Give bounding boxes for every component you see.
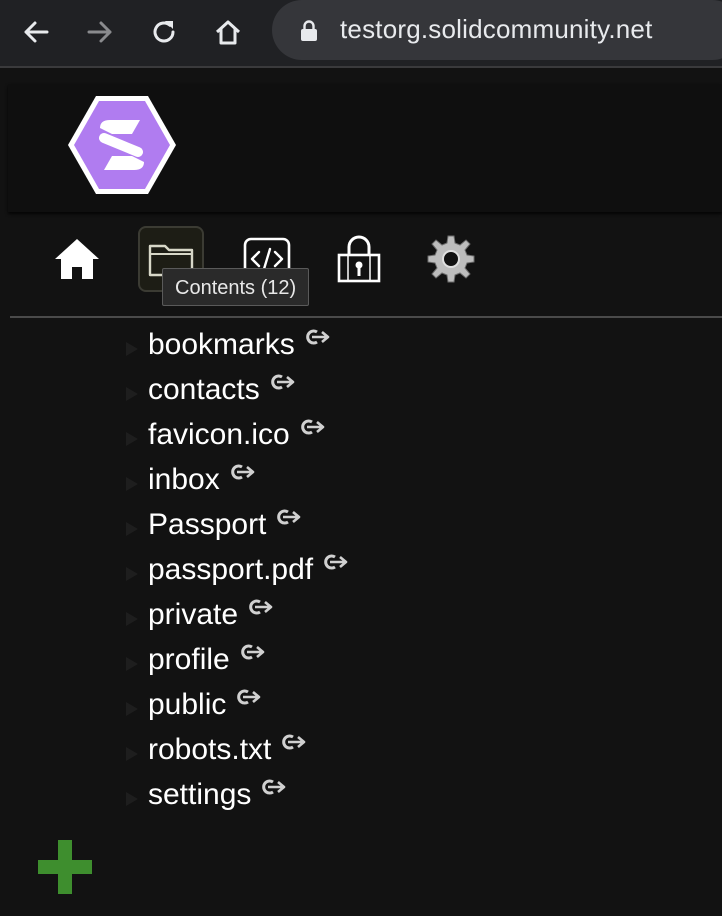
app-header — [8, 84, 722, 212]
external-link-icon[interactable] — [279, 733, 307, 751]
lock-icon — [301, 20, 317, 41]
expand-triangle-icon[interactable] — [126, 746, 138, 761]
external-link-icon[interactable] — [274, 508, 302, 526]
expand-triangle-icon[interactable] — [126, 341, 138, 356]
address-bar[interactable]: testorg.solidcommunity.net — [272, 0, 722, 60]
file-name[interactable]: private — [148, 592, 238, 637]
file-item[interactable]: inbox — [126, 457, 349, 502]
external-link-icon[interactable] — [246, 598, 274, 616]
url-text: testorg.solidcommunity.net — [340, 14, 653, 44]
reload-button[interactable] — [144, 12, 184, 52]
external-link-icon[interactable] — [228, 463, 256, 481]
expand-triangle-icon[interactable] — [126, 791, 138, 806]
file-item[interactable]: favicon.ico — [126, 412, 349, 457]
file-name[interactable]: Passport — [148, 502, 266, 547]
home-icon — [215, 20, 241, 45]
gear-icon — [427, 235, 475, 283]
external-link-icon[interactable] — [268, 373, 296, 391]
file-name[interactable]: public — [148, 682, 226, 727]
forward-arrow-icon — [87, 21, 112, 43]
browser-toolbar: testorg.solidcommunity.net — [0, 0, 722, 68]
external-link-icon[interactable] — [321, 553, 349, 571]
home-icon — [55, 239, 99, 279]
external-link-icon[interactable] — [238, 643, 266, 661]
external-link-icon[interactable] — [234, 688, 262, 706]
file-name[interactable]: bookmarks — [148, 322, 295, 367]
reload-icon — [153, 21, 175, 43]
file-name[interactable]: favicon.ico — [148, 412, 290, 457]
expand-triangle-icon[interactable] — [126, 701, 138, 716]
home-button[interactable] — [208, 12, 248, 52]
expand-triangle-icon[interactable] — [126, 431, 138, 446]
tab-sharing[interactable] — [326, 226, 392, 292]
file-item[interactable]: profile — [126, 637, 349, 682]
file-item[interactable]: bookmarks — [126, 322, 349, 367]
tab-preferences[interactable] — [418, 226, 484, 292]
external-link-icon[interactable] — [259, 778, 287, 796]
external-link-icon[interactable] — [303, 328, 331, 346]
file-item[interactable]: Passport — [126, 502, 349, 547]
file-item[interactable]: settings — [126, 772, 349, 817]
file-item[interactable]: public — [126, 682, 349, 727]
expand-triangle-icon[interactable] — [126, 656, 138, 671]
file-name[interactable]: robots.txt — [148, 727, 271, 772]
expand-triangle-icon[interactable] — [126, 566, 138, 581]
file-item[interactable]: passport.pdf — [126, 547, 349, 592]
expand-triangle-icon[interactable] — [126, 521, 138, 536]
add-icon[interactable] — [36, 838, 94, 896]
expand-triangle-icon[interactable] — [126, 386, 138, 401]
toolbar-separator — [0, 66, 722, 68]
padlock-icon — [337, 235, 381, 283]
file-name[interactable]: passport.pdf — [148, 547, 313, 592]
file-list: bookmarks contacts favicon.ico inbox Passpor… — [126, 322, 349, 817]
file-item[interactable]: private — [126, 592, 349, 637]
expand-triangle-icon[interactable] — [126, 476, 138, 491]
contents-tooltip: Contents (12) — [162, 268, 310, 306]
file-name[interactable]: contacts — [148, 367, 260, 412]
file-name[interactable]: inbox — [148, 457, 220, 502]
file-name[interactable]: profile — [148, 637, 230, 682]
expand-triangle-icon[interactable] — [126, 611, 138, 626]
forward-button[interactable] — [80, 12, 120, 52]
file-item[interactable]: robots.txt — [126, 727, 349, 772]
external-link-icon[interactable] — [298, 418, 326, 436]
back-arrow-icon — [24, 21, 49, 43]
file-name[interactable]: settings — [148, 772, 251, 817]
file-item[interactable]: contacts — [126, 367, 349, 412]
tab-home[interactable] — [44, 226, 110, 292]
back-button[interactable] — [16, 12, 56, 52]
solid-logo[interactable] — [66, 94, 178, 196]
section-divider — [10, 316, 722, 318]
